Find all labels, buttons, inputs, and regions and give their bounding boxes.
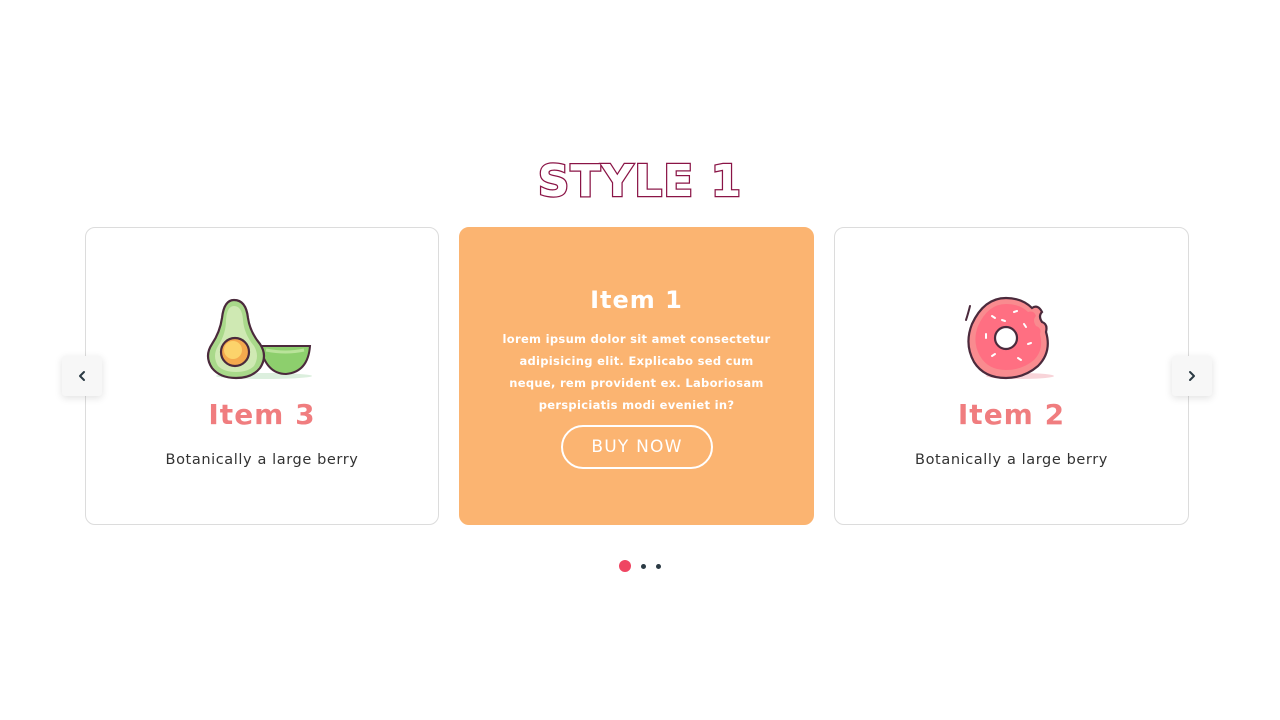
- card-title: Item 3: [208, 398, 316, 431]
- card-description: Botanically a large berry: [165, 452, 359, 468]
- carousel-prev-button[interactable]: [62, 356, 102, 396]
- donut-icon: [835, 294, 1188, 384]
- carousel-pagination: [0, 560, 1280, 572]
- buy-now-button[interactable]: BUY NOW: [561, 425, 713, 469]
- avocado-icon: [86, 294, 438, 384]
- pagination-dot-1[interactable]: [619, 560, 631, 572]
- chevron-left-icon: [76, 367, 88, 386]
- chevron-right-icon: [1186, 367, 1198, 386]
- card-description: Botanically a large berry: [915, 452, 1108, 468]
- page-title: STYLE 1: [536, 155, 743, 209]
- carousel-card-item-1[interactable]: Item 1 lorem ipsum dolor sit amet consec…: [459, 227, 814, 525]
- carousel-section: STYLE 1 Item 3 Botanically a large berry: [0, 0, 1280, 720]
- pagination-dot-2[interactable]: [641, 563, 646, 569]
- card-title: Item 2: [957, 398, 1066, 431]
- carousel-card-item-3[interactable]: Item 3 Botanically a large berry: [85, 227, 439, 525]
- card-body: lorem ipsum dolor sit amet consectetur a…: [502, 332, 771, 412]
- carousel-next-button[interactable]: [1172, 356, 1212, 396]
- pagination-dot-3[interactable]: [656, 563, 661, 569]
- carousel-card-item-2[interactable]: Item 2 Botanically a large berry: [834, 227, 1189, 525]
- card-title: Item 1: [590, 286, 683, 314]
